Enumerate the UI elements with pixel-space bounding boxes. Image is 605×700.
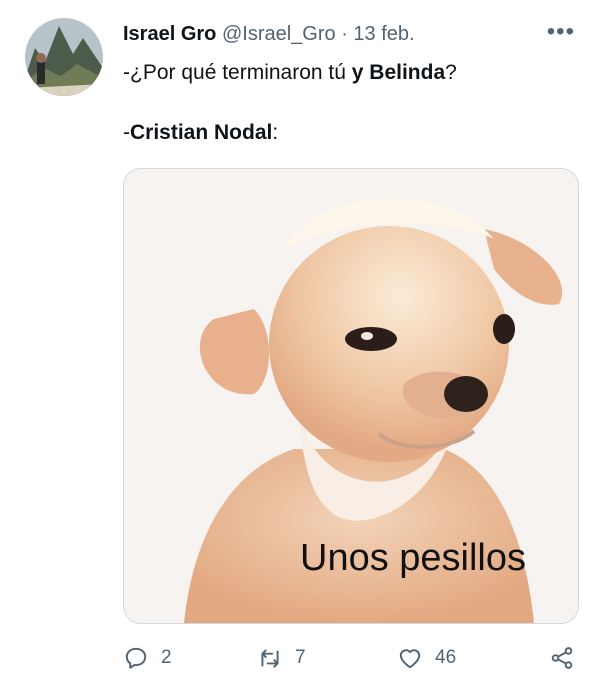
line-1-suffix: ?	[445, 61, 457, 84]
tweet-line-2: -Cristian Nodal:	[123, 118, 575, 148]
line-1-prefix: -¿Por qué terminaron tú	[123, 61, 352, 84]
like-count: 46	[435, 647, 457, 668]
line-2-bold: Cristian Nodal	[130, 121, 273, 144]
reply-count: 2	[161, 647, 172, 668]
tweet-line-1: -¿Por qué terminaron tú y Belinda?	[123, 58, 575, 88]
author-name[interactable]: Israel Gro	[123, 23, 216, 45]
share-button[interactable]	[549, 640, 575, 676]
line-2-prefix: -	[123, 121, 130, 144]
retweet-icon	[261, 649, 279, 668]
share-icon	[551, 647, 573, 669]
author-handle[interactable]: @Israel_Gro	[222, 23, 336, 45]
more-icon[interactable]: •••	[547, 20, 575, 44]
reply-icon	[125, 647, 147, 669]
line-2-suffix: :	[272, 121, 279, 144]
avatar[interactable]	[25, 18, 103, 96]
reply-button[interactable]: 2	[123, 640, 172, 676]
tweet-date[interactable]: 13 feb.	[353, 23, 414, 45]
image-caption: Unos pesillos	[300, 537, 526, 579]
avatar-image	[25, 18, 103, 96]
separator-dot: ·	[341, 23, 348, 45]
like-button[interactable]: 46	[397, 640, 456, 676]
retweet-button[interactable]: 7	[257, 640, 306, 676]
heart-icon	[399, 649, 421, 669]
retweet-count: 7	[295, 647, 306, 668]
line-1-bold: y Belinda	[351, 61, 446, 84]
tweet-header: Israel Gro @Israel_Gro · 13 feb.	[123, 20, 577, 48]
tweet-image[interactable]: Unos pesillos	[123, 168, 579, 624]
tweet-actions: 2 7 46	[123, 640, 575, 676]
tweet-text: -¿Por qué terminaron tú y Belinda? -Cris…	[123, 58, 575, 148]
